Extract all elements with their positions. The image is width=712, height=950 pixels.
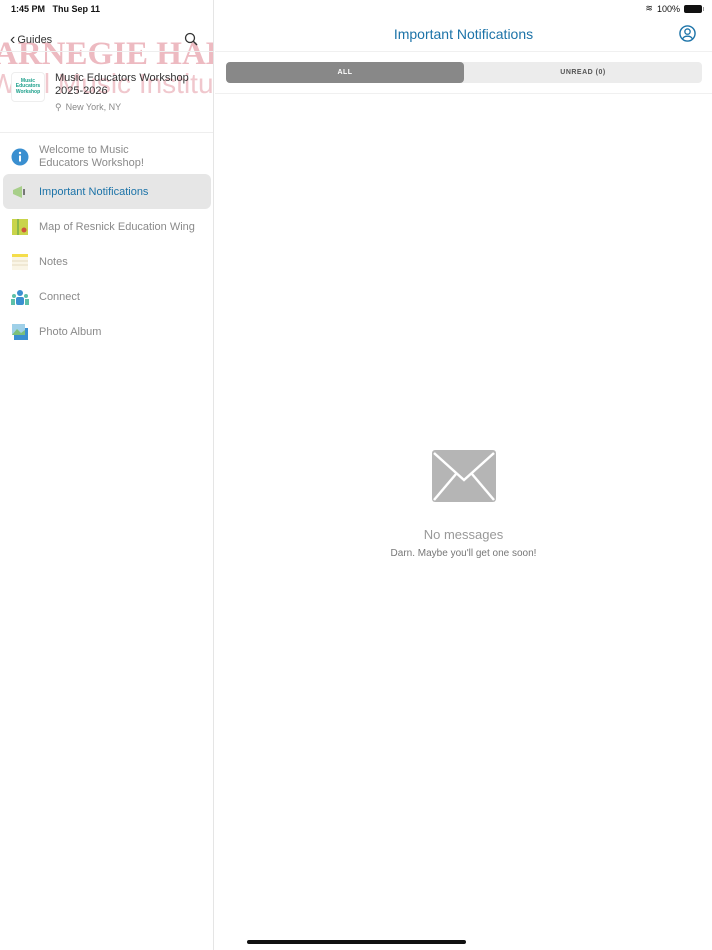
empty-subtitle: Darn. Maybe you'll get one soon! [390,548,537,559]
sidebar-item-notifications[interactable]: Important Notifications [3,174,211,209]
back-button[interactable]: ‹ Guides [10,31,52,49]
search-icon[interactable] [184,32,198,46]
back-label: Guides [17,34,53,46]
divider [0,51,213,52]
map-icon [11,218,29,236]
home-indicator[interactable] [247,940,466,944]
profile-icon[interactable] [679,25,696,42]
chevron-left-icon: ‹ [10,31,16,48]
info-icon [11,148,29,166]
sidebar-item-photo-album[interactable]: Photo Album [3,314,211,349]
sidebar: ARNEGIE HAL Weill Music Institu ‹ Guides … [0,0,214,950]
guide-header[interactable]: Music Educators Workshop Music Educators… [11,72,195,113]
sidebar-item-label: Connect [39,290,80,303]
sidebar-item-label: Important Notifications [39,185,149,198]
divider [215,51,712,52]
filter-segmented-control: ALL UNREAD (0) [226,62,702,83]
tab-unread[interactable]: UNREAD (0) [464,62,702,83]
notes-icon [11,253,29,271]
guide-logo: Music Educators Workshop [11,72,45,102]
sidebar-item-label: Map of Resnick Education Wing [39,220,195,233]
page-title: Important Notifications [393,26,534,42]
location-pin-icon: ⚲ [55,102,62,112]
sidebar-item-notes[interactable]: Notes [3,244,211,279]
divider [0,132,213,133]
megaphone-icon [11,183,29,201]
sidebar-item-connect[interactable]: Connect [3,279,211,314]
sidebar-item-welcome[interactable]: Welcome to Music Educators Workshop! [3,140,211,174]
divider [215,93,712,94]
empty-title: No messages [423,527,504,542]
sidebar-item-label: Welcome to Music Educators Workshop! [39,144,144,169]
sidebar-item-label: Photo Album [39,325,102,338]
main-panel: Important Notifications ALL UNREAD (0) N… [215,0,712,950]
guide-location: New York, NY [65,102,122,112]
tab-all[interactable]: ALL [226,62,464,83]
empty-state: No messages Darn. Maybe you'll get one s… [215,450,712,559]
sidebar-menu: Welcome to Music Educators Workshop! Imp… [3,140,211,349]
envelope-icon [431,450,496,502]
people-icon [11,288,29,306]
guide-title: Music Educators Workshop 2025-2026 [55,72,189,97]
sidebar-item-map[interactable]: Map of Resnick Education Wing [3,209,211,244]
photo-icon [11,323,29,341]
sidebar-item-label: Notes [39,255,68,268]
